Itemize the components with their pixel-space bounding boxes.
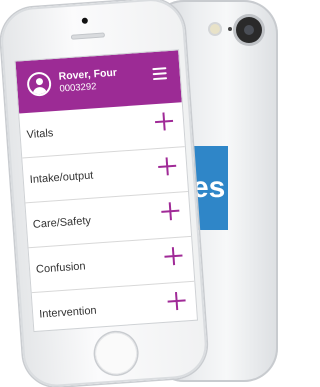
home-button[interactable] <box>93 330 139 376</box>
list-item-label: Confusion <box>35 260 86 276</box>
plus-icon[interactable] <box>167 291 186 310</box>
front-phone: Rover, Four 0003292 Vitals Intake/output <box>0 0 209 387</box>
earpiece-speaker <box>70 32 106 40</box>
plus-icon[interactable] <box>161 202 180 221</box>
plus-icon[interactable] <box>158 157 177 176</box>
assessment-list: Vitals Intake/output Care/Safety Confusi… <box>19 102 198 333</box>
user-avatar-icon <box>26 71 52 97</box>
hamburger-menu-icon[interactable] <box>152 67 168 81</box>
list-item-label: Vitals <box>26 127 54 142</box>
patient-id: 0003292 <box>59 81 97 95</box>
patient-name: Rover, Four <box>58 66 118 83</box>
plus-icon[interactable] <box>154 112 173 131</box>
list-item-label: Intervention <box>38 304 97 321</box>
list-item-label: Intake/output <box>29 169 94 186</box>
list-item-label: Care/Safety <box>32 214 92 231</box>
front-camera-dot <box>81 17 89 24</box>
device-scene: es Rover, Four 0003292 Vitals Intake/out… <box>0 0 283 387</box>
plus-icon[interactable] <box>164 247 183 266</box>
app-screen: Rover, Four 0003292 Vitals Intake/output <box>14 49 199 333</box>
